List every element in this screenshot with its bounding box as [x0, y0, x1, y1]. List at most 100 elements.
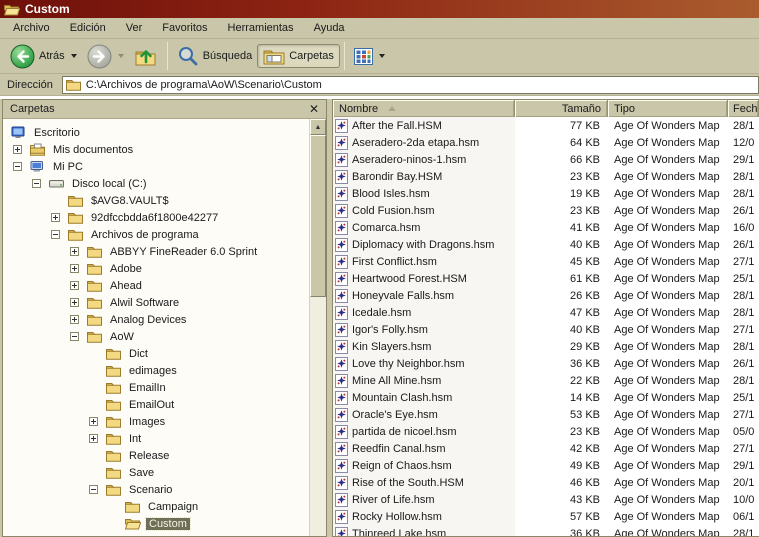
tree-item[interactable]: AoW [3, 328, 309, 345]
forward-dropdown-icon[interactable] [117, 54, 124, 58]
file-type: Age Of Wonders Map [614, 255, 720, 268]
folder-icon [106, 449, 121, 462]
aow-map-file-icon [335, 322, 348, 337]
column-header-type[interactable]: Tipo [608, 100, 728, 117]
file-row[interactable]: Honeyvale Falls.hsm 26 KB Age Of Wonders M… [333, 287, 759, 304]
address-input[interactable]: C:\Archivos de programa\AoW\Scenario\Cus… [61, 75, 759, 94]
tree-item[interactable]: EmailOut [3, 396, 309, 413]
file-row[interactable]: Icedale.hsm 47 KB Age Of Wonders Map 28/1 [333, 304, 759, 321]
tree-item[interactable]: Escritorio [3, 124, 309, 141]
tree-item[interactable]: Campaign [3, 498, 309, 515]
menu-item-archivo[interactable]: Archivo [3, 19, 60, 37]
tree-item[interactable]: Scenario [3, 481, 309, 498]
file-name-cell: Honeyvale Falls.hsm [333, 287, 515, 304]
tree-item[interactable]: EmailIn [3, 379, 309, 396]
scroll-thumb[interactable] [310, 135, 326, 297]
collapse-minus-icon[interactable] [51, 230, 60, 239]
column-header-name[interactable]: Nombre [333, 100, 515, 117]
file-date: 06/1 [733, 510, 755, 523]
file-name-cell: Love thy Neighbor.hsm [333, 355, 515, 372]
expand-plus-icon[interactable] [89, 434, 98, 443]
collapse-minus-icon[interactable] [89, 485, 98, 494]
expand-plus-icon[interactable] [70, 281, 79, 290]
menu-item-favoritos[interactable]: Favoritos [152, 19, 217, 37]
file-row[interactable]: partida de nicoel.hsm 23 KB Age Of Wonders… [333, 423, 759, 440]
file-row[interactable]: First Conflict.hsm 45 KB Age Of Wonders Ma… [333, 253, 759, 270]
collapse-minus-icon[interactable] [32, 179, 41, 188]
collapse-minus-icon[interactable] [70, 332, 79, 341]
tree-item[interactable]: Adobe [3, 260, 309, 277]
file-row[interactable]: Heartwood Forest.HSM 61 KB Age Of Wonders … [333, 270, 759, 287]
file-row[interactable]: Aseradero-ninos-1.hsm 66 KB Age Of Wonders… [333, 151, 759, 168]
search-button[interactable]: Búsqueda [172, 43, 258, 69]
tree-item[interactable]: Dict [3, 345, 309, 362]
tree-item[interactable]: 92dfccbdda6f1800e42277 [3, 209, 309, 226]
file-type: Age Of Wonders Map [614, 170, 720, 183]
menu-item-edicion[interactable]: Edición [60, 19, 116, 37]
column-header-size[interactable]: Tamaño [515, 100, 608, 117]
tree-scrollbar[interactable]: ▲ [309, 119, 326, 536]
file-row[interactable]: Reign of Chaos.hsm 49 KB Age Of Wonders Ma… [333, 457, 759, 474]
file-row[interactable]: Love thy Neighbor.hsm 36 KB Age Of Wonders… [333, 355, 759, 372]
file-row[interactable]: Igor's Folly.hsm 40 KB Age Of Wonders Map 2… [333, 321, 759, 338]
folders-button[interactable]: Carpetas [257, 44, 340, 68]
views-dropdown-icon[interactable] [378, 54, 385, 58]
tree-item[interactable]: Custom [3, 515, 309, 532]
file-row[interactable]: Reedfin Canal.hsm 42 KB Age Of Wonders Map… [333, 440, 759, 457]
file-row[interactable]: Mountain Clash.hsm 14 KB Age Of Wonders Ma… [333, 389, 759, 406]
file-row[interactable]: Diplomacy with Dragons.hsm 40 KB Age Of Wo… [333, 236, 759, 253]
tree-item[interactable]: Images [3, 413, 309, 430]
expand-plus-icon[interactable] [13, 145, 22, 154]
file-row[interactable]: Comarca.hsm 41 KB Age Of Wonders Map 16/0 [333, 219, 759, 236]
file-row[interactable]: Kin Slayers.hsm 29 KB Age Of Wonders Map 28… [333, 338, 759, 355]
forward-button[interactable] [82, 42, 129, 71]
tree-item[interactable]: Mi PC [3, 158, 309, 175]
file-row[interactable]: Aseradero-2da etapa.hsm 64 KB Age Of Wonde… [333, 134, 759, 151]
file-row[interactable]: After the Fall.HSM 77 KB Age Of Wonders Ma… [333, 117, 759, 134]
tree-item-label: Ahead [110, 279, 142, 292]
folder-icon [87, 245, 102, 258]
tree-item[interactable]: $AVG8.VAULT$ [3, 192, 309, 209]
aow-map-file-icon [335, 441, 348, 456]
tree-item[interactable]: Alwil Software [3, 294, 309, 311]
menu-item-ayuda[interactable]: Ayuda [304, 19, 355, 37]
menu-item-ver[interactable]: Ver [116, 19, 153, 37]
tree-item-label: Int [129, 432, 142, 445]
menu-item-herramientas[interactable]: Herramientas [218, 19, 304, 37]
scroll-up-button[interactable]: ▲ [310, 119, 326, 135]
back-dropdown-icon[interactable] [70, 54, 77, 58]
expand-plus-icon[interactable] [70, 298, 79, 307]
back-button[interactable]: Atrás [5, 42, 82, 71]
file-row[interactable]: Blood Isles.hsm 19 KB Age Of Wonders Map 28… [333, 185, 759, 202]
tree-item[interactable]: Archivos de programa [3, 226, 309, 243]
tree-item[interactable]: Mis documentos [3, 141, 309, 158]
tree-item[interactable]: Release [3, 447, 309, 464]
tree-item[interactable]: Save [3, 464, 309, 481]
views-button[interactable] [349, 46, 390, 67]
tree-item[interactable]: Int [3, 430, 309, 447]
collapse-minus-icon[interactable] [13, 162, 22, 171]
file-row[interactable]: Rocky Hollow.hsm 57 KB Age Of Wonders Map 0… [333, 508, 759, 525]
tree-item[interactable]: Analog Devices [3, 311, 309, 328]
file-row[interactable]: Rise of the South.HSM 46 KB Age Of Wonders… [333, 474, 759, 491]
file-name: Aseradero-2da etapa.hsm [352, 136, 480, 149]
expand-plus-icon[interactable] [70, 247, 79, 256]
up-button[interactable] [129, 43, 163, 69]
tree-item[interactable]: edimages [3, 362, 309, 379]
file-row[interactable]: Cold Fusion.hsm 23 KB Age Of Wonders Map 26… [333, 202, 759, 219]
expand-plus-icon[interactable] [70, 315, 79, 324]
tree-item[interactable] [3, 532, 309, 536]
expand-plus-icon[interactable] [70, 264, 79, 273]
expand-plus-icon[interactable] [51, 213, 60, 222]
file-row[interactable]: Barondir Bay.HSM 23 KB Age Of Wonders Map 2… [333, 168, 759, 185]
close-folders-pane-icon[interactable]: ✕ [309, 103, 319, 115]
column-header-date[interactable]: Fech [728, 100, 759, 117]
file-row[interactable]: Oracle's Eye.hsm 53 KB Age Of Wonders Map 2… [333, 406, 759, 423]
file-row[interactable]: Thinreed Lake.hsm 36 KB Age Of Wonders Map… [333, 525, 759, 536]
file-row[interactable]: River of Life.hsm 43 KB Age Of Wonders Map… [333, 491, 759, 508]
tree-item[interactable]: ABBYY FineReader 6.0 Sprint [3, 243, 309, 260]
file-row[interactable]: Mine All Mine.hsm 22 KB Age Of Wonders Map… [333, 372, 759, 389]
tree-item[interactable]: Ahead [3, 277, 309, 294]
expand-plus-icon[interactable] [89, 417, 98, 426]
tree-item[interactable]: Disco local (C:) [3, 175, 309, 192]
